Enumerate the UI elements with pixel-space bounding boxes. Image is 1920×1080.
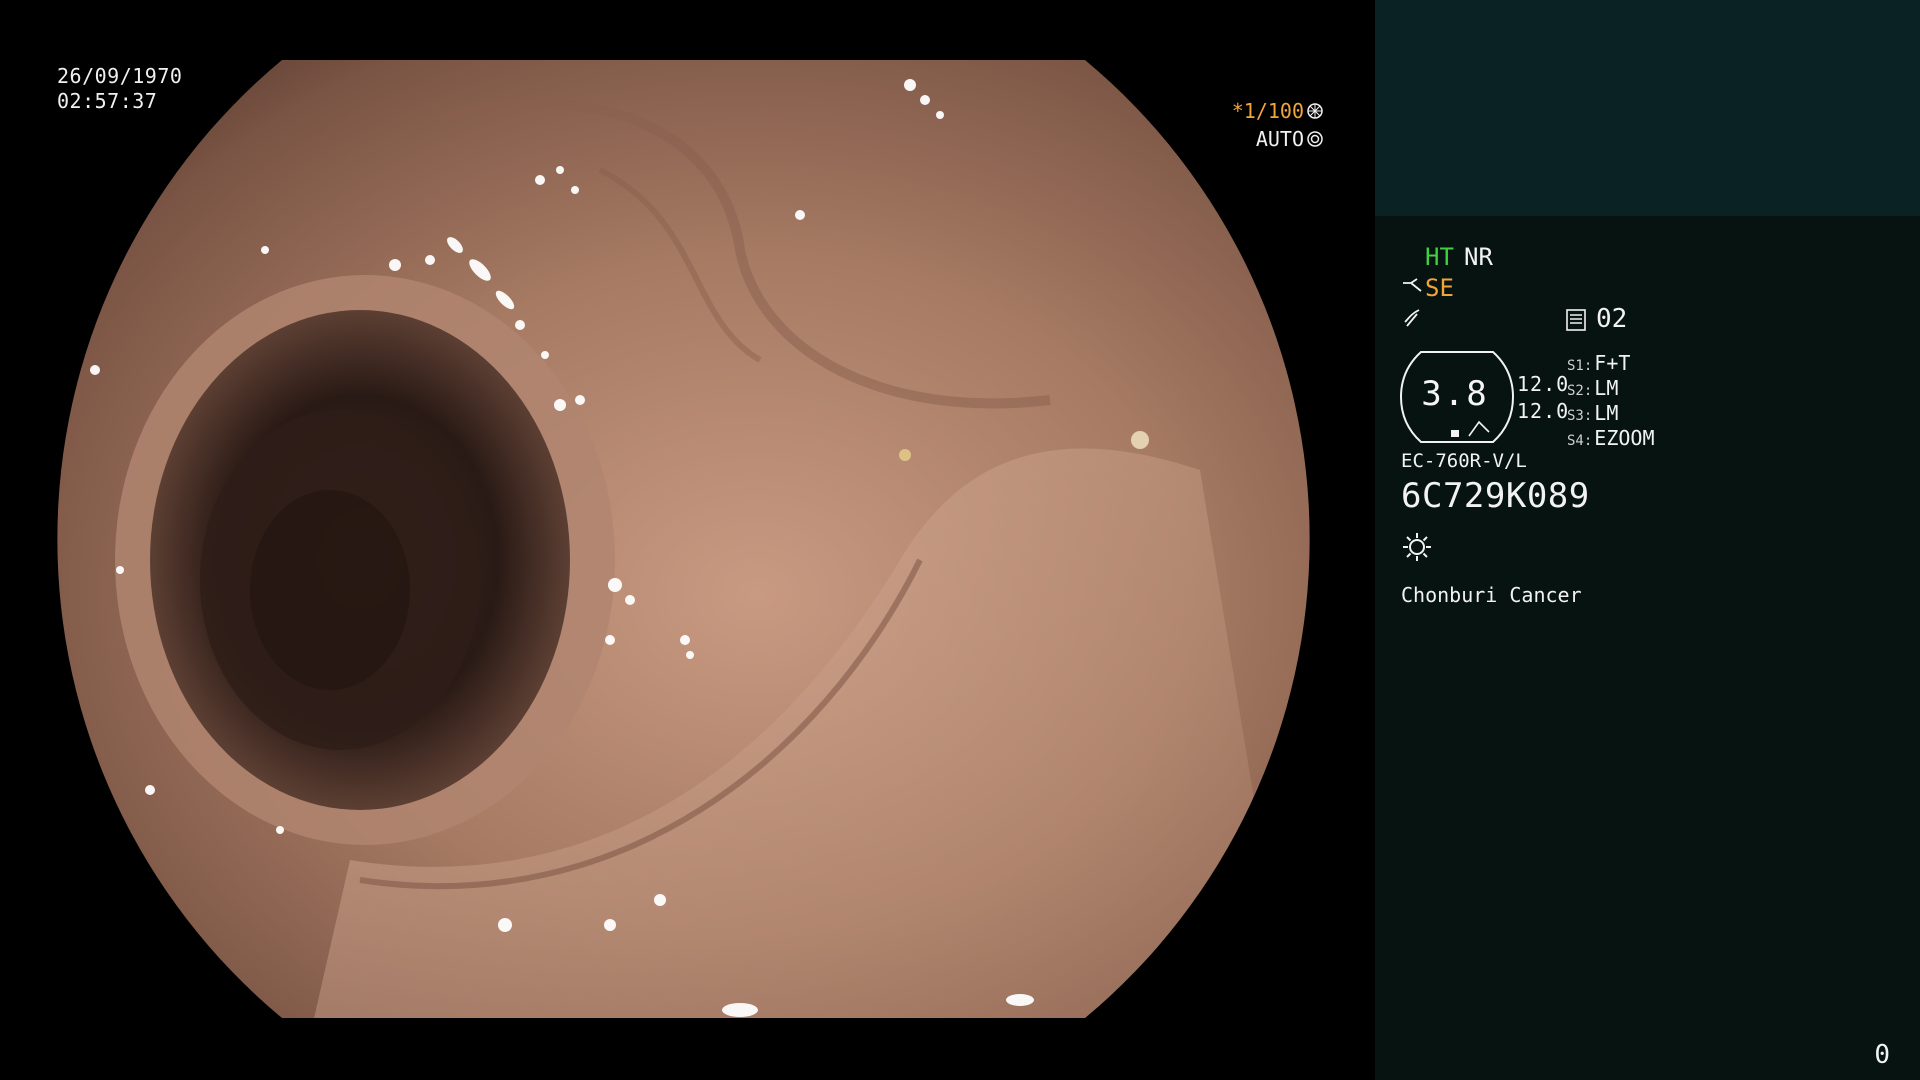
gauge-value-upper: 12.0 [1517,372,1570,396]
scope-model: EC-760R-V/L [1401,450,1527,472]
gauge-value-lower: 12.0 [1517,399,1570,423]
switch-value: F+T [1594,351,1631,375]
info-panel: HT NR SE 02 3.8 12.0 12.0 S1: F+T S2: LM… [1375,0,1920,1080]
ht-indicator: HT [1425,243,1454,271]
switch-value: LM [1594,401,1619,425]
shutter-speed-value: *1/100 [1231,99,1304,123]
panel-header-area [1375,0,1920,216]
memory-card-icon [1566,309,1586,331]
switch-row-4: S4: EZOOM [1567,424,1655,455]
iris-icon [1307,131,1323,147]
shutter-icon [1307,103,1323,119]
gauge-value: 3.8 [1421,374,1489,414]
light-source-icon [1403,533,1431,561]
endoscope-view: 26/09/1970 02:57:37 *1/100 AUTO [0,0,1375,1080]
se-indicator: SE [1425,274,1454,302]
image-counter: 0 [1874,1040,1890,1070]
institution-name: Chonburi Cancer [1401,583,1582,607]
iris-mode: AUTO [1256,127,1323,151]
memory-number: 02 [1596,304,1628,334]
exam-time: 02:57:37 [57,89,158,113]
structure-enhance-icon [1403,278,1422,292]
scope-serial: 6C729K089 [1401,476,1590,516]
shutter-speed: *1/100 [1232,99,1323,123]
color-enhance-icon [1404,309,1420,327]
switch-value: LM [1594,376,1619,400]
exam-date: 26/09/1970 [57,64,183,88]
switch-key: S4: [1567,433,1593,449]
iris-mode-value: AUTO [1255,127,1304,151]
nr-indicator: NR [1464,243,1493,271]
endoscopic-image [57,60,1310,1018]
switch-value: EZOOM [1594,426,1655,450]
